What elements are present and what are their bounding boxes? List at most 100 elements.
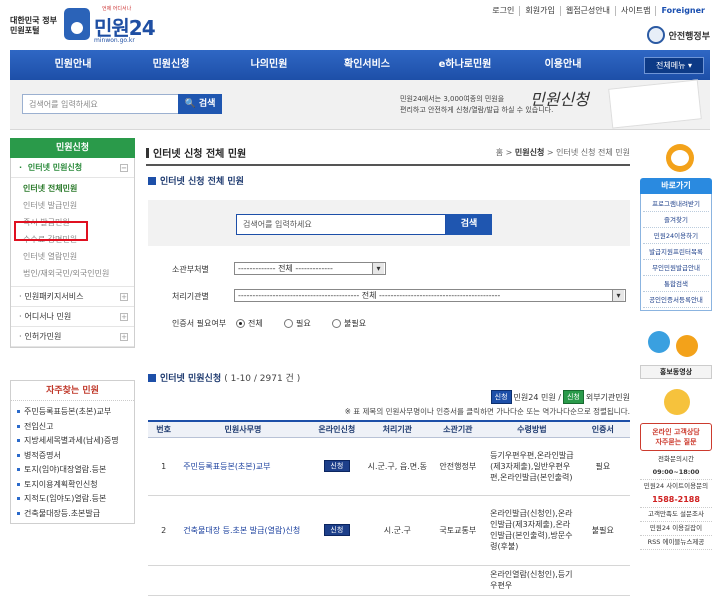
favorite-item[interactable]: 지방세세목별과세(납세)증명 bbox=[17, 434, 130, 447]
favorite-item[interactable]: 지적도(임야도)열람.등본 bbox=[17, 492, 130, 505]
sidebar-section-anywhere[interactable]: 어디서나 민원 + bbox=[11, 307, 134, 327]
sidebar-item-all[interactable]: 인터넷 전체민원 bbox=[11, 180, 134, 197]
nav-item-e-hanaro[interactable]: e하나로민원 bbox=[416, 50, 514, 80]
radio-not-required[interactable]: 불필요 bbox=[332, 318, 366, 329]
sidebar-section-permit[interactable]: 인허가민원 + bbox=[11, 327, 134, 347]
favorite-item[interactable]: 병적증명서 bbox=[17, 449, 130, 462]
row-name-link[interactable]: 건축물대장 등.초본 발급(열람)신청 bbox=[179, 495, 307, 566]
header: 대한민국 정부민원포털 언제 어디서나 민원24 minwon.go.kr 로그… bbox=[0, 0, 720, 50]
radio-label: 불필요 bbox=[344, 319, 367, 328]
ministry-logo[interactable]: 안전행정부 bbox=[646, 26, 710, 44]
mascot-image bbox=[640, 138, 712, 178]
login-link[interactable]: 로그인 bbox=[487, 6, 519, 16]
collapse-icon[interactable]: − bbox=[120, 164, 128, 172]
col-method: 수령방법 bbox=[488, 420, 576, 438]
nav-item-usage[interactable]: 이용안내 bbox=[514, 50, 612, 80]
apply-button[interactable]: 신청 bbox=[323, 460, 350, 472]
table-row: 온라인열람(신청인),등기우편우 bbox=[148, 565, 630, 596]
row-name-link[interactable] bbox=[179, 565, 307, 596]
minwon-search-input[interactable]: 검색어를 입력하세요 bbox=[236, 214, 446, 235]
quick-item-kiosk[interactable]: 무인민원발급안내 bbox=[643, 260, 709, 276]
sidebar-section-internet-apply[interactable]: 인터넷 민원신청 − bbox=[11, 158, 134, 178]
radio-all[interactable]: 전체 bbox=[236, 318, 263, 329]
banner-art-text: 민원신청 bbox=[530, 90, 589, 109]
site-logo[interactable]: 대한민국 정부민원포털 언제 어디서나 민원24 minwon.go.kr bbox=[10, 6, 160, 48]
search-button[interactable]: 🔍 검색 bbox=[178, 94, 222, 114]
nav-item-verify[interactable]: 확인서비스 bbox=[318, 50, 416, 80]
quick-item-cert[interactable]: 공인인증서등록안내 bbox=[643, 292, 709, 308]
government-seal-icon bbox=[646, 26, 665, 44]
favorite-item[interactable]: 건축물대장등.초본발급 bbox=[17, 507, 130, 520]
main-content: 인터넷 신청 전체 민원 홈 > 민원신청 > 인터넷 신청 전체 민원 인터넷… bbox=[146, 138, 630, 596]
row-name-link[interactable]: 주민등록표등본(초본)교부 bbox=[179, 437, 307, 496]
sidebar-section-label: 인허가민원 bbox=[24, 332, 62, 341]
row-apply-cell: 신청 bbox=[306, 495, 368, 566]
favorites-box: 자주찾는 민원 주민등록표등본(초본)교부 전입신고 지방세세목별과세(납세)증… bbox=[10, 380, 135, 524]
nav-item-my-minwon[interactable]: 나의민원 bbox=[220, 50, 318, 80]
mascot-blue-icon bbox=[648, 331, 670, 353]
favorite-item[interactable]: 토지(임야)대장열람.등본 bbox=[17, 463, 130, 476]
sidebar-menu: 인터넷 민원신청 − 인터넷 전체민원 인터넷 발급민원 즉시 발급민원 수수료… bbox=[10, 158, 135, 348]
nav-item-apply[interactable]: 민원신청 bbox=[122, 50, 220, 80]
top-links: 로그인 회원가입 웹접근성안내 사이트맵 Foreigner bbox=[487, 6, 710, 16]
radio-checked-icon bbox=[236, 319, 245, 328]
search-input[interactable]: 검색어를 입력하세요 bbox=[22, 94, 182, 114]
breadcrumb: 홈 > 민원신청 > 인터넷 신청 전체 민원 bbox=[495, 148, 630, 157]
all-menu-button[interactable]: 전체메뉴 ▾ bbox=[644, 57, 704, 74]
cs-box[interactable]: 온라인 고객상담 자주묻는 질문 bbox=[640, 423, 712, 451]
legend-external-label: 외부기관민원 bbox=[585, 392, 630, 402]
quick-item-printers[interactable]: 발급지원프린터목록 bbox=[643, 244, 709, 260]
row-agency: 안전행정부 bbox=[427, 437, 489, 496]
quick-item-bookmark[interactable]: 즐겨찾기 bbox=[643, 212, 709, 228]
expand-icon[interactable]: + bbox=[120, 313, 128, 321]
office-select[interactable]: ----------------------------------------… bbox=[234, 289, 626, 302]
rss-link[interactable]: RSS 에이블뉴스제공 bbox=[640, 536, 712, 550]
quick-item-search[interactable]: 통합검색 bbox=[643, 276, 709, 292]
radio-label: 필요 bbox=[296, 319, 311, 328]
legend-internal-tag: 신청 bbox=[490, 390, 512, 404]
logo-subtitle: 대한민국 정부민원포털 bbox=[10, 16, 57, 35]
legend: 신청 민원24 민원 / 신청 외부기관민원 bbox=[490, 390, 630, 404]
minwon-table: 번호 민원사무명 온라인신청 처리기관 소관기관 수령방법 인증서 1 주민등록… bbox=[148, 420, 630, 596]
expand-icon[interactable]: + bbox=[120, 293, 128, 301]
expand-icon[interactable]: + bbox=[120, 333, 128, 341]
radio-unchecked-icon bbox=[332, 319, 341, 328]
sidebar-item-corporate[interactable]: 법인/재외국민/외국인민원 bbox=[11, 265, 134, 282]
cs-faq: 자주묻는 질문 bbox=[655, 438, 697, 446]
row-no: 2 bbox=[148, 495, 180, 566]
quick-item-howto[interactable]: 민원24이용하기 bbox=[643, 228, 709, 244]
sidebar-item-issue[interactable]: 인터넷 발급민원 bbox=[11, 197, 134, 214]
row-method: 등기우편우편,온라인발급(제3자제출),일반우편우편,온라인발급(본인출력) bbox=[488, 437, 576, 496]
nav-item-guide[interactable]: 민원안내 bbox=[24, 50, 122, 80]
cs-guide-link[interactable]: 민원24 이용길잡이 bbox=[640, 522, 712, 536]
col-cert[interactable]: 인증서 bbox=[575, 420, 630, 438]
radio-required[interactable]: 필요 bbox=[284, 318, 311, 329]
row-apply-cell bbox=[306, 565, 368, 596]
favorite-item[interactable]: 주민등록표등본(초본)교부 bbox=[17, 405, 130, 418]
highlight-box bbox=[14, 221, 88, 241]
promo-image[interactable] bbox=[640, 325, 712, 365]
foreigner-link[interactable]: Foreigner bbox=[655, 6, 710, 16]
join-link[interactable]: 회원가입 bbox=[519, 6, 559, 16]
favorite-item[interactable]: 전입신고 bbox=[17, 420, 130, 433]
breadcrumb-home[interactable]: 홈 bbox=[496, 148, 503, 157]
favorite-item[interactable]: 토지이용계획확인신청 bbox=[17, 478, 130, 491]
promo-video-button[interactable]: 홍보동영상 bbox=[640, 365, 712, 379]
col-name[interactable]: 민원사무명 bbox=[179, 420, 307, 438]
logo-tagline: 언제 어디서나 bbox=[102, 6, 132, 12]
sidebar-section-label: 인터넷 민원신청 bbox=[27, 163, 83, 172]
sidebar-item-view[interactable]: 인터넷 열람민원 bbox=[11, 248, 134, 265]
accessibility-link[interactable]: 웹접근성안내 bbox=[559, 6, 615, 16]
result-heading: 인터넷 민원신청 ( 1-10 / 2971 건 ) bbox=[148, 371, 300, 384]
table-row: 2 건축물대장 등.초본 발급(열람)신청 신청 시.군.구 국토교통부 온라인… bbox=[148, 495, 630, 566]
minwon-search-button[interactable]: 검색 bbox=[446, 214, 492, 235]
cs-survey-link[interactable]: 고객만족도 설문조사 bbox=[640, 508, 712, 522]
col-office: 처리기관 bbox=[367, 420, 428, 438]
sitemap-link[interactable]: 사이트맵 bbox=[615, 6, 655, 16]
result-count: ( 1-10 / 2971 건 ) bbox=[224, 374, 301, 384]
agency-select[interactable]: ------------- 전체 ------------- bbox=[234, 262, 386, 275]
breadcrumb-apply[interactable]: 민원신청 bbox=[515, 148, 544, 157]
apply-button[interactable]: 신청 bbox=[323, 524, 350, 536]
sidebar-section-package[interactable]: 민원패키지서비스 + bbox=[11, 287, 134, 307]
quick-item-download[interactable]: 프로그램내려받기 bbox=[643, 196, 709, 212]
